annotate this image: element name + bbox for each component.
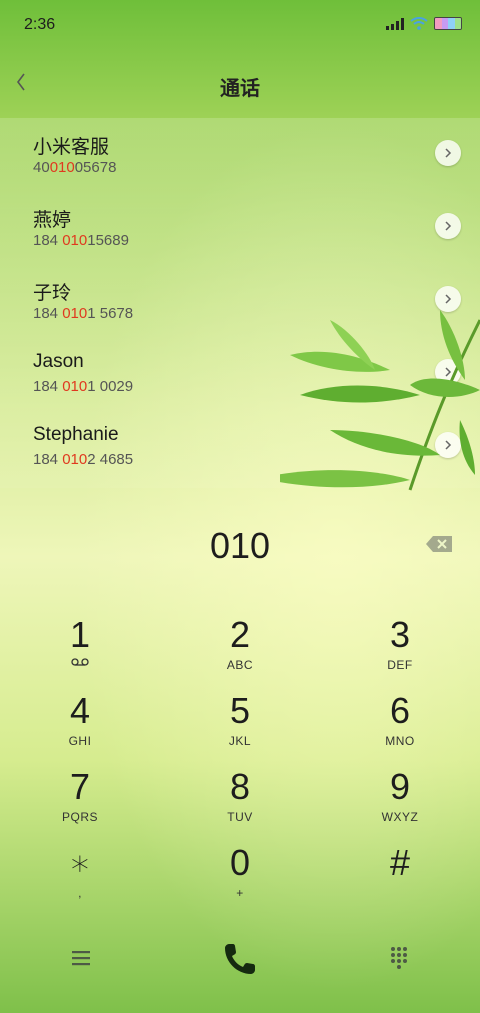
contact-detail-button[interactable] bbox=[435, 213, 461, 239]
key-star[interactable]: ∗, bbox=[20, 844, 140, 914]
dialed-number-display: 010 bbox=[209, 525, 271, 566]
contact-name: Stephanie bbox=[33, 424, 119, 445]
contact-phone: 184 0101 5678 bbox=[33, 305, 134, 322]
call-button[interactable] bbox=[221, 940, 259, 978]
key-6[interactable]: 6 MNO bbox=[340, 692, 460, 762]
voicemail-icon bbox=[71, 658, 89, 666]
contact-phone: 184 01015689 bbox=[33, 232, 129, 249]
key-2[interactable]: 2 ABC bbox=[180, 616, 300, 686]
key-1[interactable]: 1 bbox=[20, 616, 140, 686]
status-time: 2:36 bbox=[24, 16, 56, 33]
menu-icon bbox=[72, 951, 90, 966]
signal-icon bbox=[386, 17, 404, 30]
page-title: 通话 bbox=[220, 78, 260, 100]
chevron-right-icon bbox=[445, 148, 452, 158]
key-9[interactable]: 9 WXYZ bbox=[340, 768, 460, 838]
battery-icon bbox=[434, 17, 462, 30]
contact-name: Jason bbox=[33, 351, 84, 372]
keypad-toggle-button[interactable] bbox=[384, 942, 414, 972]
bamboo-leaves-decoration bbox=[280, 310, 480, 491]
backspace-icon bbox=[426, 536, 452, 552]
bottom-bar bbox=[0, 930, 480, 990]
header: 通话 bbox=[0, 52, 480, 116]
key-4[interactable]: 4 GHI bbox=[20, 692, 140, 762]
status-bar: 2:36 bbox=[0, 0, 480, 52]
contact-phone: 4001005678 bbox=[33, 159, 117, 176]
key-3[interactable]: 3 DEF bbox=[340, 616, 460, 686]
contact-name: 子玲 bbox=[33, 283, 72, 304]
key-hash[interactable]: # bbox=[340, 844, 460, 914]
keypad-icon bbox=[391, 947, 407, 969]
contact-name: 小米客服 bbox=[33, 137, 110, 158]
wifi-icon bbox=[410, 17, 428, 30]
contact-phone: 184 0101 0029 bbox=[33, 378, 134, 395]
list-item[interactable]: 燕婷 184 01015689 bbox=[0, 191, 480, 264]
contact-detail-button[interactable] bbox=[435, 140, 461, 166]
list-item[interactable]: 小米客服 4001005678 bbox=[0, 118, 480, 191]
status-icons bbox=[386, 17, 462, 30]
key-8[interactable]: 8 TUV bbox=[180, 768, 300, 838]
backspace-button[interactable] bbox=[424, 533, 456, 555]
contact-name: 燕婷 bbox=[33, 210, 72, 231]
phone-icon bbox=[225, 944, 255, 974]
menu-button[interactable] bbox=[66, 946, 96, 970]
contact-phone: 184 0102 4685 bbox=[33, 451, 134, 468]
key-0[interactable]: 0 + bbox=[180, 844, 300, 914]
key-7[interactable]: 7 PQRS bbox=[20, 768, 140, 838]
chevron-right-icon bbox=[445, 221, 452, 231]
key-5[interactable]: 5 JKL bbox=[180, 692, 300, 762]
